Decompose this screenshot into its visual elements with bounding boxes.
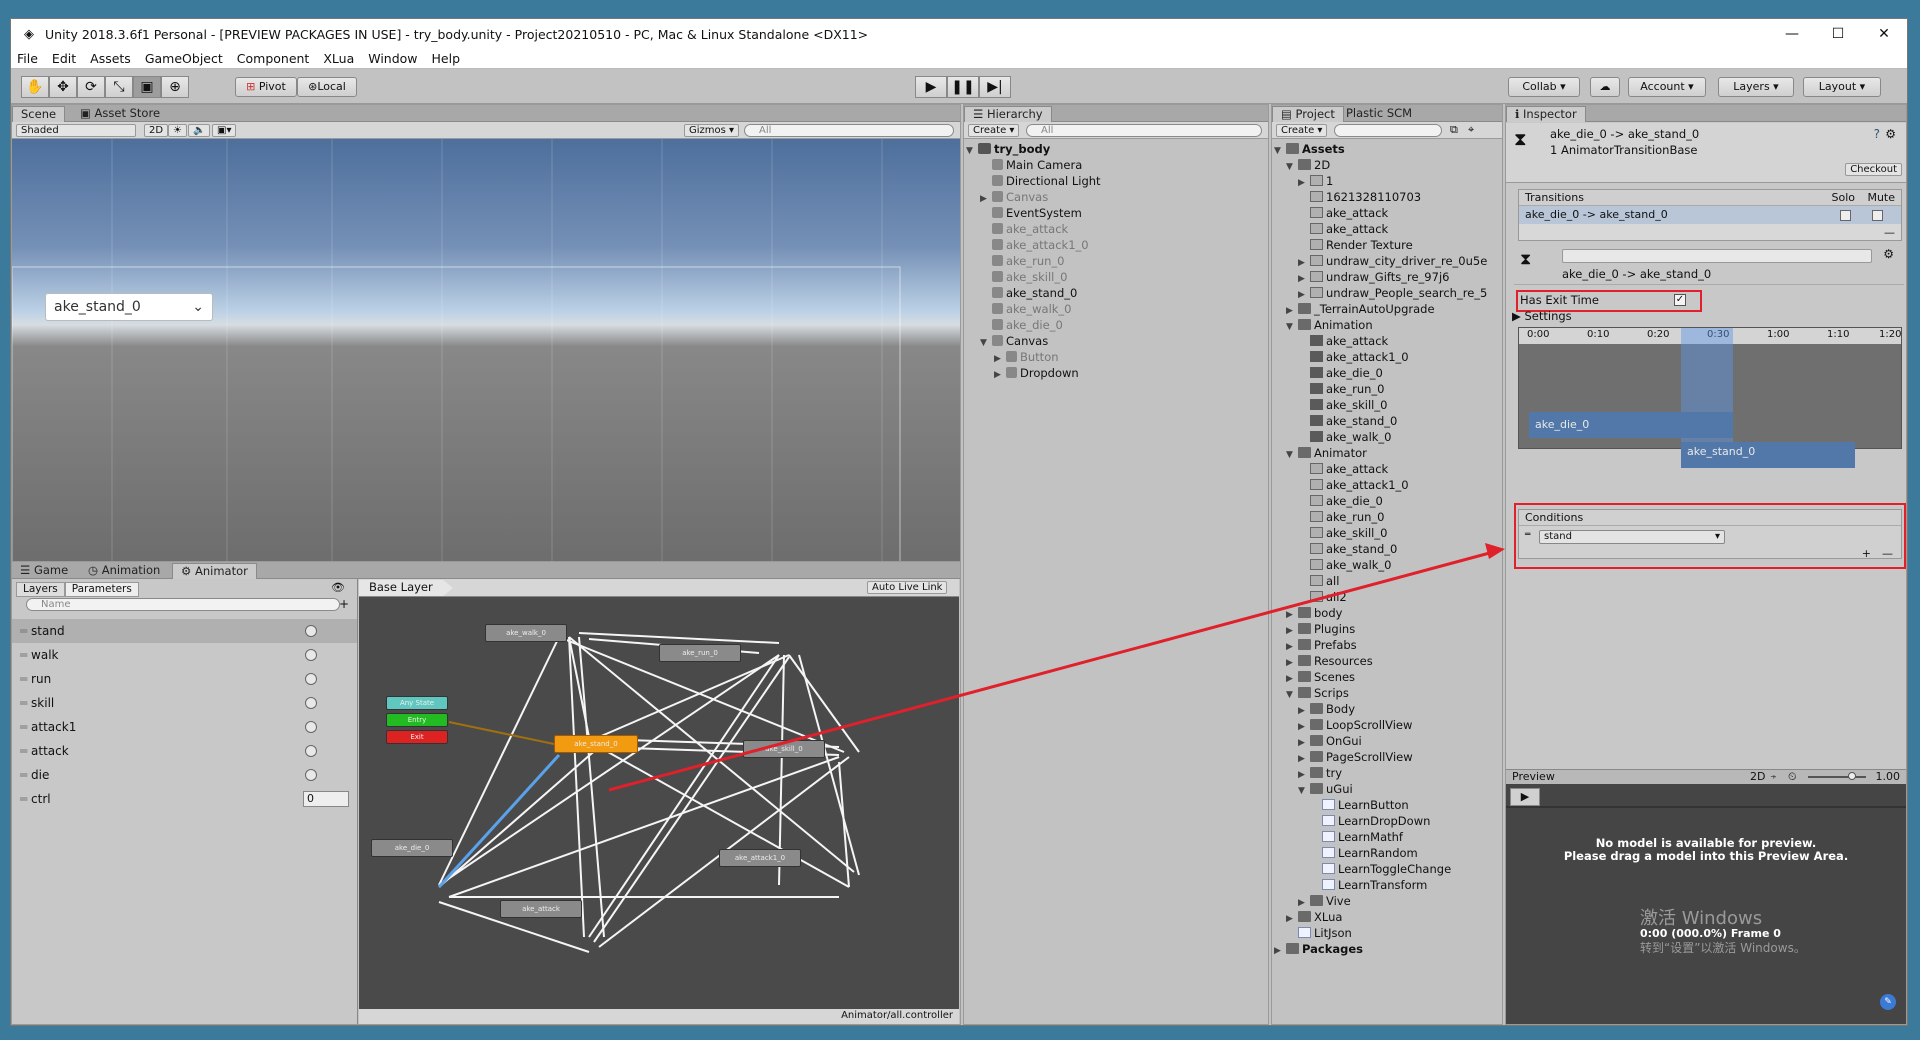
annotation-arrow-head xyxy=(1485,543,1505,559)
unity-window: ◈ Unity 2018.3.6f1 Personal - [PREVIEW P… xyxy=(10,18,1908,1026)
annotation-arrow xyxy=(608,543,1505,792)
annotation-arrow-line xyxy=(608,549,1498,792)
